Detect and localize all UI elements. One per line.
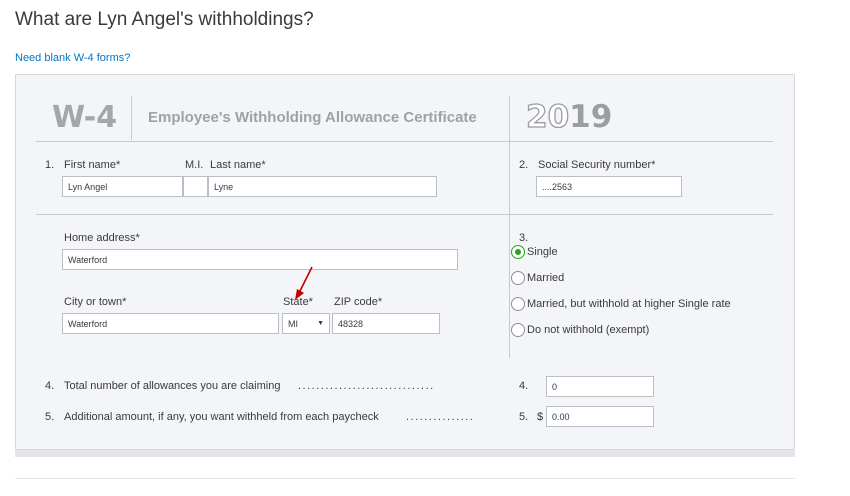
allowances-field[interactable]: 0 xyxy=(546,376,654,397)
allowances-leader-dots: .............................. xyxy=(298,380,435,392)
middle-rule xyxy=(36,214,773,215)
currency-symbol: $ xyxy=(537,411,544,423)
last-name-field[interactable]: Lyne xyxy=(208,176,437,197)
state-select[interactable]: MI ▼ xyxy=(282,313,330,334)
radio-exempt-label: Do not withhold (exempt) xyxy=(527,324,650,336)
city-field[interactable]: Waterford xyxy=(62,313,279,334)
chevron-down-icon: ▼ xyxy=(317,320,324,327)
radio-married-higher-single-label: Married, but withhold at higher Single r… xyxy=(527,298,731,310)
first-name-label: First name* xyxy=(64,159,121,171)
ssn-label: Social Security number* xyxy=(538,159,656,171)
zip-field[interactable]: 48328 xyxy=(332,313,440,334)
additional-amount-label: Additional amount, if any, you want with… xyxy=(64,411,379,423)
home-address-field[interactable]: Waterford xyxy=(62,249,458,270)
section-1-number: 1. xyxy=(45,159,55,171)
state-select-value: MI xyxy=(288,318,298,329)
section-5-number: 5. xyxy=(45,411,55,423)
mi-label: M.I. xyxy=(185,159,204,171)
radio-single-label: Single xyxy=(527,246,558,258)
annotation-arrow-icon xyxy=(295,266,313,300)
radio-married[interactable] xyxy=(511,271,525,285)
section-3-number: 3. xyxy=(519,232,529,244)
form-bottom-bar xyxy=(15,450,795,457)
city-label: City or town* xyxy=(64,296,127,308)
form-year: 2019 xyxy=(525,98,613,135)
blank-w4-forms-link[interactable]: Need blank W-4 forms? xyxy=(15,52,130,64)
form-title: Employee's Withholding Allowance Certifi… xyxy=(148,109,477,126)
section-4-field-number: 4. xyxy=(519,380,529,392)
first-name-field[interactable]: Lyn Angel xyxy=(62,176,183,197)
filing-status-married[interactable]: Married xyxy=(510,271,770,287)
section-5-field-number: 5. xyxy=(519,411,529,423)
ssn-field[interactable]: ....2563 xyxy=(536,176,682,197)
filing-status-single[interactable]: Single xyxy=(510,245,770,261)
header-divider-left xyxy=(131,96,132,140)
radio-married-higher-single[interactable] xyxy=(511,297,525,311)
page-title: What are Lyn Angel's withholdings? xyxy=(15,9,314,30)
filing-status-married-higher-single[interactable]: Married, but withhold at higher Single r… xyxy=(510,297,770,313)
header-rule xyxy=(36,141,773,142)
form-year-suffix: 19 xyxy=(569,99,613,135)
additional-amount-field[interactable]: 0.00 xyxy=(546,406,654,427)
form-year-prefix: 20 xyxy=(525,98,570,135)
additional-amount-leader-dots: ............... xyxy=(406,411,475,423)
allowances-label: Total number of allowances you are claim… xyxy=(64,380,281,392)
zip-label: ZIP code* xyxy=(334,296,383,308)
radio-married-label: Married xyxy=(527,272,565,284)
footer-divider xyxy=(15,478,795,479)
form-code: W-4 xyxy=(52,100,118,135)
home-address-label: Home address* xyxy=(64,232,140,244)
last-name-label: Last name* xyxy=(210,159,266,171)
radio-single[interactable] xyxy=(511,245,525,259)
filing-status-exempt[interactable]: Do not withhold (exempt) xyxy=(510,323,770,339)
section-2-number: 2. xyxy=(519,159,529,171)
radio-exempt[interactable] xyxy=(511,323,525,337)
middle-initial-field[interactable] xyxy=(183,176,208,197)
section-4-number: 4. xyxy=(45,380,55,392)
right-column-divider xyxy=(509,96,510,358)
